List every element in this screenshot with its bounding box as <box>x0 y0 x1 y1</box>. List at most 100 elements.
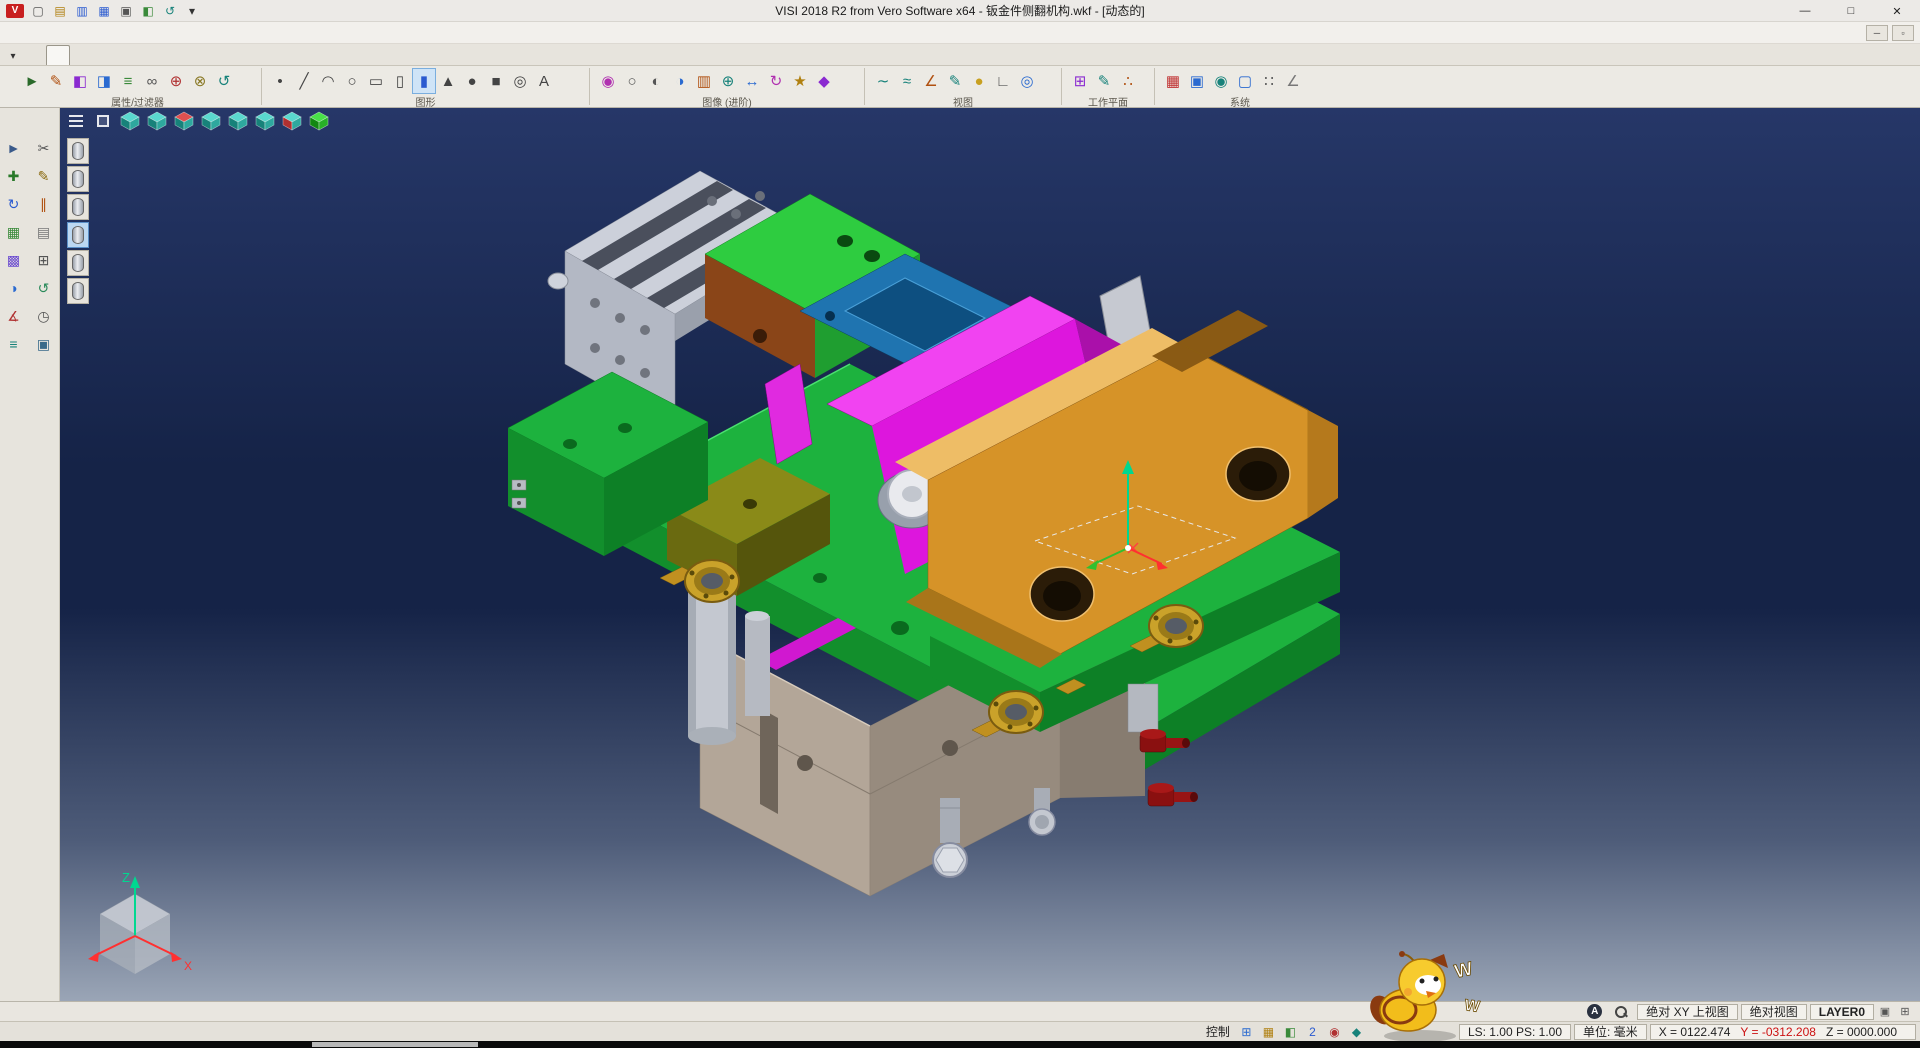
open-file-icon[interactable]: ▤ <box>50 2 70 20</box>
workplane-3points-icon[interactable]: ∴ <box>1116 68 1140 94</box>
workplane-sketch-icon[interactable]: ✎ <box>1092 68 1116 94</box>
view-top-cube[interactable] <box>118 110 142 132</box>
layer-filter-icon[interactable]: ≡ <box>116 68 140 94</box>
new-file-icon[interactable]: ▢ <box>28 2 48 20</box>
ortho-toggle-icon[interactable]: ▦ <box>1259 1023 1278 1040</box>
menu-item[interactable] <box>22 31 40 35</box>
tab-overflow-caret-icon[interactable]: ▾ <box>4 47 22 65</box>
clear-filter-icon[interactable]: ⊗ <box>188 68 212 94</box>
menu-item[interactable] <box>76 31 94 35</box>
plot-icon[interactable]: ▣ <box>32 332 56 356</box>
select-filter-icon[interactable]: ► <box>20 68 44 94</box>
rectangle-icon[interactable]: ▭ <box>364 68 388 94</box>
save-file-icon[interactable]: ▥ <box>72 2 92 20</box>
undo-icon[interactable]: ↺ <box>160 2 180 20</box>
menu-item[interactable] <box>148 31 166 35</box>
workflow-tab[interactable] <box>46 45 70 65</box>
section-view-icon[interactable]: ▥ <box>692 68 716 94</box>
rotate-icon[interactable]: ↻ <box>2 192 26 216</box>
menu-item[interactable] <box>274 31 292 35</box>
view-iso-cube[interactable] <box>280 110 304 132</box>
solid-cube-icon[interactable]: ▦ <box>2 220 26 244</box>
menu-item[interactable] <box>238 31 256 35</box>
trim-scissors-icon[interactable]: ✂ <box>32 136 56 160</box>
entity-filter-capsule-6[interactable] <box>67 278 89 304</box>
workflow-tab[interactable] <box>166 45 190 65</box>
minimize-button[interactable]: — <box>1782 0 1828 22</box>
screenshot-icon[interactable]: ◧ <box>138 2 158 20</box>
world-settings-icon[interactable]: ◉ <box>1209 68 1233 94</box>
entity-filter-icon[interactable]: ◨ <box>92 68 116 94</box>
assistant-badge[interactable]: A <box>1587 1004 1602 1019</box>
cylinder-icon[interactable]: ▯ <box>388 68 412 94</box>
menu-item[interactable] <box>184 31 202 35</box>
pan-image-icon[interactable]: ↔ <box>740 68 764 94</box>
entity-filter-capsule-4[interactable] <box>67 222 89 248</box>
wireframe-view-icon[interactable]: ○ <box>620 68 644 94</box>
print-icon[interactable]: ▣ <box>116 2 136 20</box>
view-axis-icon[interactable]: ∟ <box>991 68 1015 94</box>
taskbar-peek[interactable] <box>312 1042 478 1047</box>
layer-box[interactable]: LAYER0 <box>1810 1004 1874 1020</box>
close-button[interactable]: ✕ <box>1874 0 1920 22</box>
workflow-tab[interactable] <box>70 45 94 65</box>
menu-item[interactable] <box>310 31 328 35</box>
cone-icon[interactable]: ▲ <box>436 68 460 94</box>
attribute-brush-icon[interactable]: ✎ <box>44 68 68 94</box>
view-left-cube[interactable] <box>199 110 223 132</box>
notes-icon[interactable]: 2 <box>1303 1023 1322 1040</box>
workflow-tab[interactable] <box>214 45 238 65</box>
entity-filter-capsule-2[interactable] <box>67 166 89 192</box>
view-bottom-cube[interactable] <box>253 110 277 132</box>
workflow-tab[interactable] <box>94 45 118 65</box>
reset-filter-icon[interactable]: ↺ <box>212 68 236 94</box>
workflow-tab[interactable] <box>238 45 262 65</box>
matrix-settings-icon[interactable]: ∷ <box>1257 68 1281 94</box>
workflow-tab[interactable] <box>262 45 286 65</box>
menu-item[interactable] <box>4 31 22 35</box>
sheet-icon[interactable]: ▤ <box>32 220 56 244</box>
select-cursor-icon[interactable]: ► <box>2 136 26 160</box>
zoom-image-icon[interactable]: ⊕ <box>716 68 740 94</box>
units-box[interactable]: 单位: 毫米 <box>1574 1024 1647 1040</box>
workflow-tab[interactable] <box>190 45 214 65</box>
view-orbit-icon[interactable]: ∼ <box>871 68 895 94</box>
material-icon[interactable]: ◆ <box>812 68 836 94</box>
menu-item[interactable] <box>130 31 148 35</box>
color-filter-icon[interactable]: ◧ <box>68 68 92 94</box>
entity-filter-capsule-5[interactable] <box>67 250 89 276</box>
solid-cylinder-icon[interactable]: ▮ <box>412 68 436 94</box>
sphere-icon[interactable]: ● <box>460 68 484 94</box>
snap-toggle-icon[interactable]: ⊞ <box>1237 1023 1256 1040</box>
view-mode-box[interactable]: 绝对 XY 上视图 <box>1637 1004 1737 1020</box>
text-icon[interactable]: A <box>532 68 556 94</box>
view-right-cube[interactable] <box>172 110 196 132</box>
view-sketch-icon[interactable]: ✎ <box>943 68 967 94</box>
move-icon[interactable]: ✚ <box>2 164 26 188</box>
entity-filter-capsule-1[interactable] <box>67 138 89 164</box>
profile-icon[interactable]: ◉ <box>1325 1023 1344 1040</box>
rotate-view-icon[interactable]: ↻ <box>764 68 788 94</box>
view-dynamic-cube[interactable] <box>307 110 331 132</box>
mesh-icon[interactable]: ▩ <box>2 248 26 272</box>
history-clock-icon[interactable]: ◷ <box>32 304 56 328</box>
menu-item[interactable] <box>328 31 346 35</box>
doc-restore-icon[interactable]: ▫ <box>1892 25 1914 41</box>
view-target-icon[interactable]: ◎ <box>1015 68 1039 94</box>
highlight-icon[interactable]: ★ <box>788 68 812 94</box>
model-viewport[interactable]: Z X <box>60 108 1920 1001</box>
window-settings-icon[interactable]: ▢ <box>1233 68 1257 94</box>
chain-filter-icon[interactable]: ∞ <box>140 68 164 94</box>
view-plane-icon[interactable] <box>91 110 115 132</box>
grid-toggle-icon[interactable]: ◧ <box>1281 1023 1300 1040</box>
zoom-status-icon[interactable] <box>1614 1005 1628 1019</box>
entity-filter-capsule-3[interactable] <box>67 194 89 220</box>
shaded-view-icon[interactable]: ◉ <box>596 68 620 94</box>
sketch-edit-icon[interactable]: ✎ <box>32 164 56 188</box>
view-list-icon[interactable] <box>64 110 88 132</box>
layer-lock-icon[interactable]: ▣ <box>1876 1004 1894 1020</box>
maximize-button[interactable]: □ <box>1828 0 1874 22</box>
layer-list-icon[interactable]: ⊞ <box>1896 1004 1914 1020</box>
view-sun-icon[interactable]: ● <box>967 68 991 94</box>
transparency-icon[interactable]: ◑ <box>668 68 692 94</box>
